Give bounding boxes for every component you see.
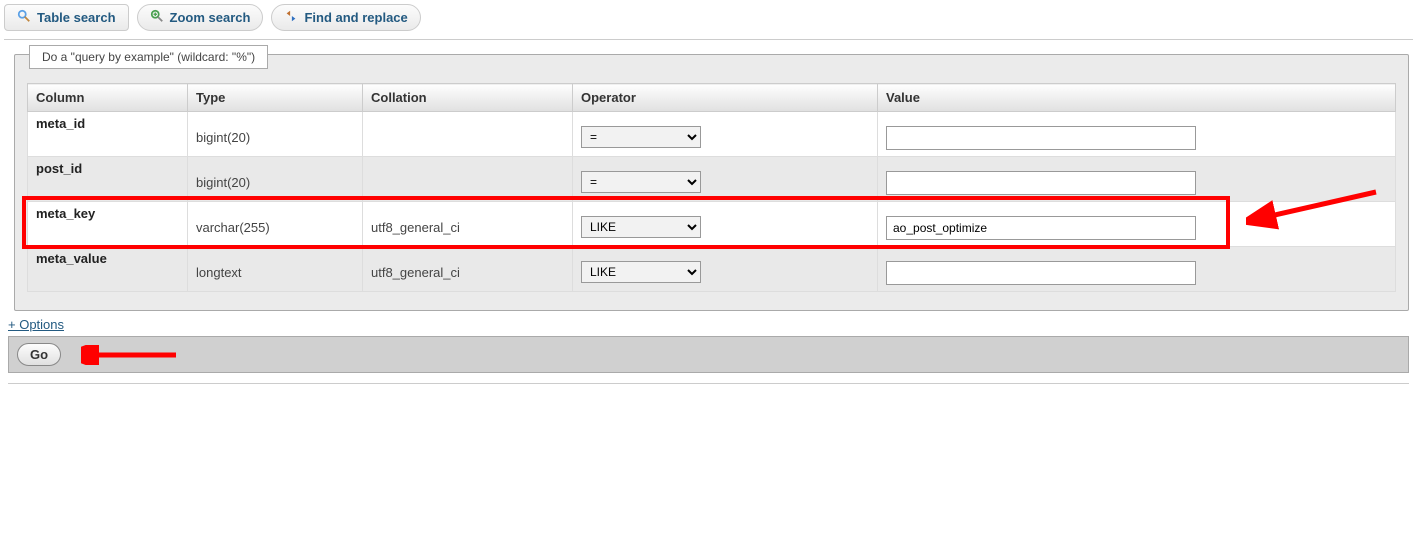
search-toolbar: Table search Zoom search Find and replac… xyxy=(4,4,1413,40)
operator-select[interactable]: =!=><>=<=IS NULL xyxy=(581,126,701,148)
value-input[interactable] xyxy=(886,261,1196,285)
column-name: meta_key xyxy=(28,202,188,247)
column-name: meta_id xyxy=(28,112,188,157)
operator-cell: =!=><>=<=IS NULL xyxy=(573,157,878,202)
search-icon xyxy=(17,9,31,26)
arrow-annotation-go xyxy=(81,345,181,365)
th-value: Value xyxy=(878,84,1396,112)
value-input[interactable] xyxy=(886,171,1196,195)
th-column: Column xyxy=(28,84,188,112)
table-row: meta_keyvarchar(255)utf8_general_ci LIKEL… xyxy=(28,202,1396,247)
find-replace-button[interactable]: Find and replace xyxy=(271,4,420,31)
value-input[interactable] xyxy=(886,216,1196,240)
column-name: post_id xyxy=(28,157,188,202)
table-search-button[interactable]: Table search xyxy=(4,4,129,31)
column-name: meta_value xyxy=(28,247,188,292)
zoom-icon xyxy=(150,9,164,26)
column-type: bigint(20) xyxy=(188,157,363,202)
operator-cell: LIKELIKE %...%NOT LIKE=!=REGEXPIS NULL xyxy=(573,202,878,247)
th-collation: Collation xyxy=(363,84,573,112)
column-type: bigint(20) xyxy=(188,112,363,157)
operator-select[interactable]: =!=><>=<=IS NULL xyxy=(581,171,701,193)
column-collation: utf8_general_ci xyxy=(363,247,573,292)
find-replace-label: Find and replace xyxy=(304,10,407,25)
value-cell xyxy=(878,247,1396,292)
operator-select[interactable]: LIKELIKE %...%NOT LIKE=!=REGEXPIS NULL xyxy=(581,261,701,283)
panel-legend: Do a "query by example" (wildcard: "%") xyxy=(29,45,268,69)
table-row: meta_valuelongtextutf8_general_ci LIKELIK… xyxy=(28,247,1396,292)
operator-select[interactable]: LIKELIKE %...%NOT LIKE=!=REGEXPIS NULL xyxy=(581,216,701,238)
zoom-search-label: Zoom search xyxy=(170,10,251,25)
value-cell xyxy=(878,202,1396,247)
options-link[interactable]: + Options xyxy=(8,317,1409,332)
th-type: Type xyxy=(188,84,363,112)
column-type: longtext xyxy=(188,247,363,292)
table-row: meta_idbigint(20) =!=><>=<=IS NULL xyxy=(28,112,1396,157)
column-type: varchar(255) xyxy=(188,202,363,247)
value-input[interactable] xyxy=(886,126,1196,150)
column-collation: utf8_general_ci xyxy=(363,202,573,247)
zoom-search-button[interactable]: Zoom search xyxy=(137,4,264,31)
replace-icon xyxy=(284,9,298,26)
go-button[interactable]: Go xyxy=(17,343,61,366)
th-operator: Operator xyxy=(573,84,878,112)
divider xyxy=(8,383,1409,384)
value-cell xyxy=(878,157,1396,202)
query-table: Column Type Collation Operator Value met… xyxy=(27,83,1396,292)
table-search-label: Table search xyxy=(37,10,116,25)
operator-cell: LIKELIKE %...%NOT LIKE=!=REGEXPIS NULL xyxy=(573,247,878,292)
query-panel: Do a "query by example" (wildcard: "%") … xyxy=(14,54,1409,311)
column-collation xyxy=(363,157,573,202)
go-bar: Go xyxy=(8,336,1409,373)
column-collation xyxy=(363,112,573,157)
table-row: post_idbigint(20) =!=><>=<=IS NULL xyxy=(28,157,1396,202)
value-cell xyxy=(878,112,1396,157)
operator-cell: =!=><>=<=IS NULL xyxy=(573,112,878,157)
